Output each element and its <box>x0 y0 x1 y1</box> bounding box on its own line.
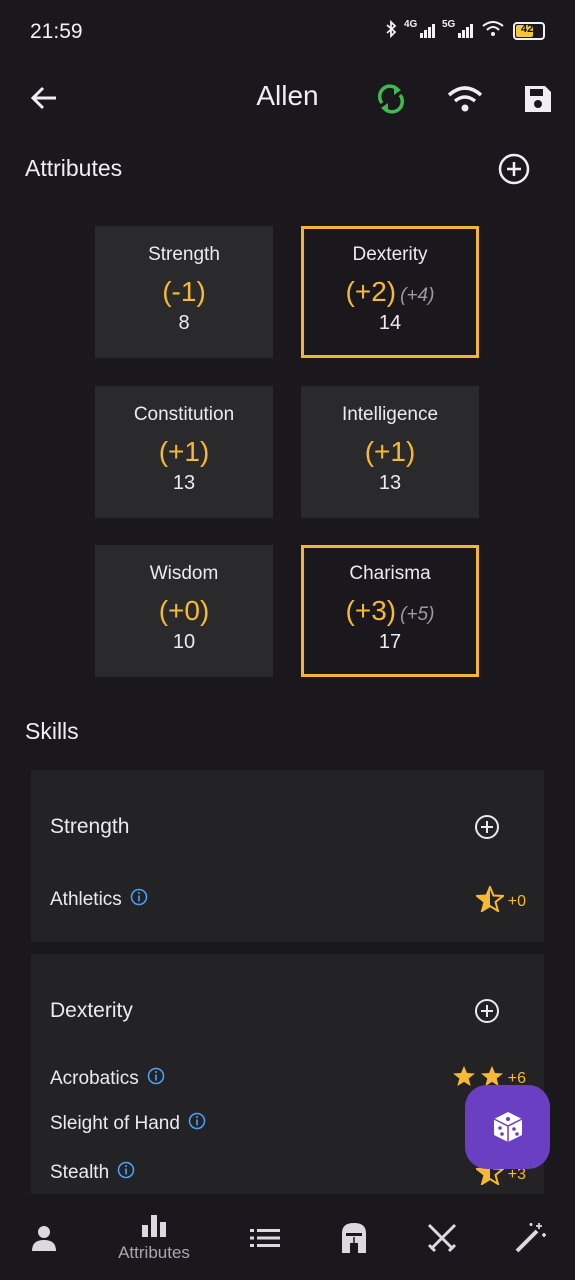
attribute-bonus-extra: (+4) <box>400 285 435 306</box>
attribute-card[interactable]: Strength (-1) 8 <box>95 226 273 358</box>
attribute-name: Dexterity <box>352 244 428 265</box>
info-icon[interactable] <box>188 1112 206 1136</box>
add-skill-button[interactable] <box>472 812 502 842</box>
skill-bonus: +0 <box>507 892 526 910</box>
net2-label: 5G <box>442 18 456 30</box>
attribute-name: Intelligence <box>341 404 439 425</box>
attribute-score: 13 <box>172 472 196 494</box>
attribute-modifier: (+2) <box>345 276 397 307</box>
attribute-bonus-extra: (+5) <box>400 604 435 625</box>
info-icon[interactable] <box>130 888 148 912</box>
roll-dice-button[interactable] <box>465 1085 550 1169</box>
attribute-name: Strength <box>148 244 220 265</box>
attribute-name: Charisma <box>349 563 431 584</box>
attribute-score: 14 <box>378 312 402 334</box>
info-icon[interactable] <box>117 1161 135 1185</box>
attribute-modifier: (+1) <box>364 436 416 467</box>
attribute-card[interactable]: Intelligence (+1) 13 <box>301 386 479 518</box>
wifi-status-icon <box>482 21 504 40</box>
magic-wand-icon <box>515 1223 546 1253</box>
attribute-card[interactable]: Charisma (+3) (+5) 17 <box>301 545 479 677</box>
attribute-modifier-row: (+1) <box>301 436 479 468</box>
signal-5g-icon: 5G <box>442 19 473 38</box>
bluetooth-icon <box>385 19 397 41</box>
save-icon[interactable] <box>521 82 555 116</box>
person-icon <box>32 1226 56 1251</box>
add-circle-icon <box>475 999 499 1023</box>
attribute-score: 8 <box>178 312 190 334</box>
battery-level: 42 <box>521 22 534 35</box>
add-skill-button[interactable] <box>472 996 502 1026</box>
add-circle-icon <box>475 815 499 839</box>
skills-title: Skills <box>25 718 79 744</box>
battery-icon: 42 <box>513 21 545 40</box>
nav-armor[interactable] <box>306 1196 402 1280</box>
skill-row[interactable]: Stealth <box>50 1161 135 1185</box>
nav-attributes[interactable]: Attributes <box>106 1196 202 1280</box>
attributes-title: Attributes <box>25 155 123 181</box>
helmet-icon <box>342 1223 366 1253</box>
attribute-modifier: (+1) <box>158 436 210 467</box>
attribute-modifier: (+0) <box>158 595 210 626</box>
skill-name: Sleight of Hand <box>50 1113 180 1134</box>
attribute-modifier-row: (-1) <box>95 276 273 308</box>
attribute-name: Wisdom <box>149 563 219 584</box>
skill-row[interactable]: Sleight of Hand <box>50 1112 206 1136</box>
bottom-navigation: Attributes <box>0 1196 575 1280</box>
dice-icon <box>493 1112 522 1142</box>
skill-row[interactable]: Acrobatics <box>50 1067 165 1091</box>
attribute-score: 13 <box>378 472 402 494</box>
net1-label: 4G <box>404 18 418 30</box>
star-icon <box>452 1065 476 1092</box>
skill-proficiency[interactable]: +0 <box>474 884 526 917</box>
status-time: 21:59 <box>30 20 83 43</box>
attribute-modifier: (+3) <box>345 595 397 626</box>
add-attribute-button[interactable] <box>496 151 532 187</box>
attribute-card[interactable]: Wisdom (+0) 10 <box>95 545 273 677</box>
nav-attributes-label: Attributes <box>118 1243 190 1262</box>
character-name: Allen <box>256 80 319 111</box>
page-title: Allen <box>0 80 575 112</box>
skill-name: Acrobatics <box>50 1068 139 1089</box>
skill-group-title: Strength <box>50 815 130 838</box>
attribute-modifier-row: (+3) (+5) <box>304 595 476 627</box>
skill-name: Athletics <box>50 889 122 910</box>
signal-4g-icon: 4G <box>404 19 435 38</box>
info-icon[interactable] <box>147 1067 165 1091</box>
nav-spells[interactable] <box>482 1196 575 1280</box>
attribute-score: 10 <box>172 631 196 653</box>
list-icon <box>250 1229 280 1247</box>
sync-icon[interactable] <box>372 80 410 118</box>
crossed-swords-icon <box>427 1223 457 1253</box>
wifi-icon[interactable] <box>444 82 486 116</box>
attribute-modifier-row: (+2) (+4) <box>304 276 476 308</box>
skill-group-title: Dexterity <box>50 999 133 1022</box>
status-icons: 4G 5G 42 <box>385 19 545 41</box>
nav-list[interactable] <box>217 1196 313 1280</box>
attribute-card[interactable]: Dexterity (+2) (+4) 14 <box>301 226 479 358</box>
nav-character[interactable] <box>0 1196 92 1280</box>
bar-chart-icon <box>142 1215 166 1237</box>
attribute-modifier-row: (+1) <box>95 436 273 468</box>
attribute-name: Constitution <box>133 404 235 425</box>
half-star-icon <box>474 884 506 917</box>
attribute-card[interactable]: Constitution (+1) 13 <box>95 386 273 518</box>
skill-name: Stealth <box>50 1162 110 1183</box>
skill-group-strength: Strength Athletics +0 <box>31 770 544 942</box>
attribute-score: 17 <box>378 631 402 653</box>
nav-combat[interactable] <box>394 1196 490 1280</box>
skill-row[interactable]: Athletics <box>50 888 148 912</box>
attribute-modifier-row: (+0) <box>95 595 273 627</box>
attribute-modifier: (-1) <box>162 276 206 307</box>
add-circle-icon <box>498 153 530 185</box>
